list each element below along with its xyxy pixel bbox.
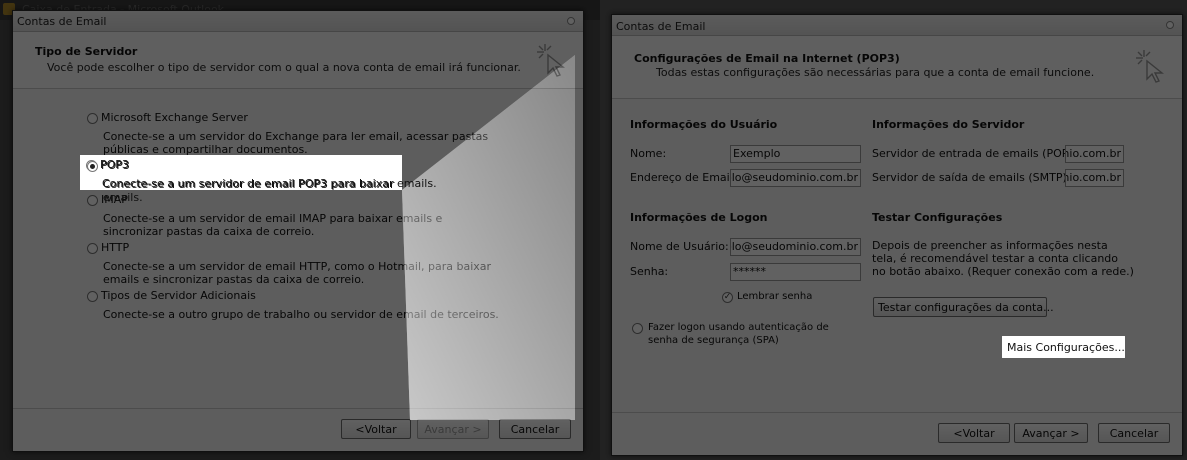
- left-dialog-titlebar: Contas de Email: [13, 11, 583, 32]
- right-dialog-titlebar: Contas de Email: [612, 15, 1182, 36]
- left-dialog-footer: <Voltar Avançar > Cancelar: [13, 408, 583, 451]
- option-label-http[interactable]: HTTP: [101, 241, 129, 254]
- radio-additional[interactable]: [87, 291, 98, 302]
- user-info-heading: Informações do Usuário: [630, 118, 778, 131]
- outgoing-server-field[interactable]: inio.com.br: [1065, 169, 1124, 187]
- email-field[interactable]: exemplo@seudominio.com.br: [730, 169, 861, 187]
- left-dialog: Contas de Email Tipo de Servidor Você po…: [12, 10, 584, 452]
- back-button[interactable]: <Voltar: [938, 423, 1010, 443]
- incoming-server-label: Servidor de entrada de emails (POP3):: [872, 147, 1084, 160]
- password-label: Senha:: [630, 265, 669, 278]
- email-label: Endereço de Email:: [630, 171, 737, 184]
- test-settings-desc: Depois de preencher as informações nesta…: [872, 239, 1134, 278]
- back-button[interactable]: <Voltar: [341, 419, 411, 439]
- option-desc-pop3: Conecte-se a um servidor de email POP3 p…: [103, 178, 395, 204]
- wizard-cursor-icon: [537, 44, 565, 77]
- name-label: Nome:: [630, 147, 667, 160]
- radio-http[interactable]: [87, 243, 98, 254]
- option-desc-http: Conecte-se a um servidor de email HTTP, …: [103, 260, 492, 286]
- cancel-button[interactable]: Cancelar: [499, 419, 571, 439]
- radio-imap[interactable]: [87, 195, 98, 206]
- close-icon[interactable]: [567, 17, 575, 25]
- option-desc-exchange: Conecte-se a um servidor do Exchange par…: [103, 130, 489, 156]
- right-dialog-header: Configurações de Email na Internet (POP3…: [612, 36, 1182, 99]
- server-info-heading: Informações do Servidor: [872, 118, 1025, 131]
- name-field[interactable]: Exemplo: [730, 145, 861, 163]
- header-subtitle: Todas estas configurações são necessária…: [656, 66, 1095, 79]
- option-desc-additional: Conecte-se a outro grupo de trabalho ou …: [103, 308, 499, 321]
- left-dialog-title: Contas de Email: [17, 15, 107, 28]
- outgoing-server-label: Servidor de saída de emails (SMTP):: [872, 171, 1071, 184]
- logon-info-heading: Informações de Logon: [630, 211, 768, 224]
- next-button[interactable]: Avançar >: [417, 419, 489, 439]
- incoming-server-field[interactable]: inio.com.br: [1065, 145, 1124, 163]
- option-desc-imap: Conecte-se a um servidor de email IMAP p…: [103, 212, 443, 238]
- wizard-cursor-icon: [1136, 50, 1164, 83]
- radio-pop3[interactable]: [87, 161, 98, 172]
- test-settings-heading: Testar Configurações: [872, 211, 1003, 224]
- spa-label[interactable]: Fazer logon usando autenticação de senha…: [648, 321, 848, 347]
- username-label: Nome de Usuário:: [630, 240, 729, 253]
- spa-checkbox[interactable]: [632, 323, 643, 334]
- pop3-settings: Informações do Usuário Nome: Exemplo End…: [612, 99, 1182, 409]
- close-icon[interactable]: [1166, 21, 1174, 29]
- test-account-settings-button[interactable]: Testar configurações da conta...: [873, 297, 1054, 317]
- cancel-button[interactable]: Cancelar: [1098, 423, 1170, 443]
- remember-password-label[interactable]: Lembrar senha: [737, 291, 812, 302]
- right-dialog-footer: <Voltar Avançar > Cancelar: [612, 412, 1182, 455]
- username-field[interactable]: exemplo@seudominio.com.br: [730, 238, 861, 256]
- header-title: Tipo de Servidor: [35, 45, 138, 58]
- option-label-pop3[interactable]: POP3: [101, 159, 130, 172]
- next-button[interactable]: Avançar >: [1014, 423, 1088, 443]
- radio-exchange[interactable]: [87, 113, 98, 124]
- header-subtitle: Você pode escolher o tipo de servidor co…: [47, 61, 521, 74]
- remember-password-checkbox[interactable]: ✓: [722, 292, 733, 303]
- more-settings-button[interactable]: Mais Configurações...: [1002, 336, 1125, 358]
- password-field[interactable]: ******: [730, 263, 861, 281]
- right-dialog-title: Contas de Email: [616, 20, 706, 33]
- right-dialog: Contas de Email Configurações de Email n…: [611, 14, 1183, 456]
- option-label-exchange[interactable]: Microsoft Exchange Server: [101, 111, 248, 124]
- header-title: Configurações de Email na Internet (POP3…: [634, 52, 900, 65]
- server-type-options: Microsoft Exchange Server Conecte-se a u…: [13, 89, 583, 409]
- option-label-additional[interactable]: Tipos de Servidor Adicionais: [101, 289, 256, 302]
- left-dialog-header: Tipo de Servidor Você pode escolher o ti…: [13, 32, 583, 89]
